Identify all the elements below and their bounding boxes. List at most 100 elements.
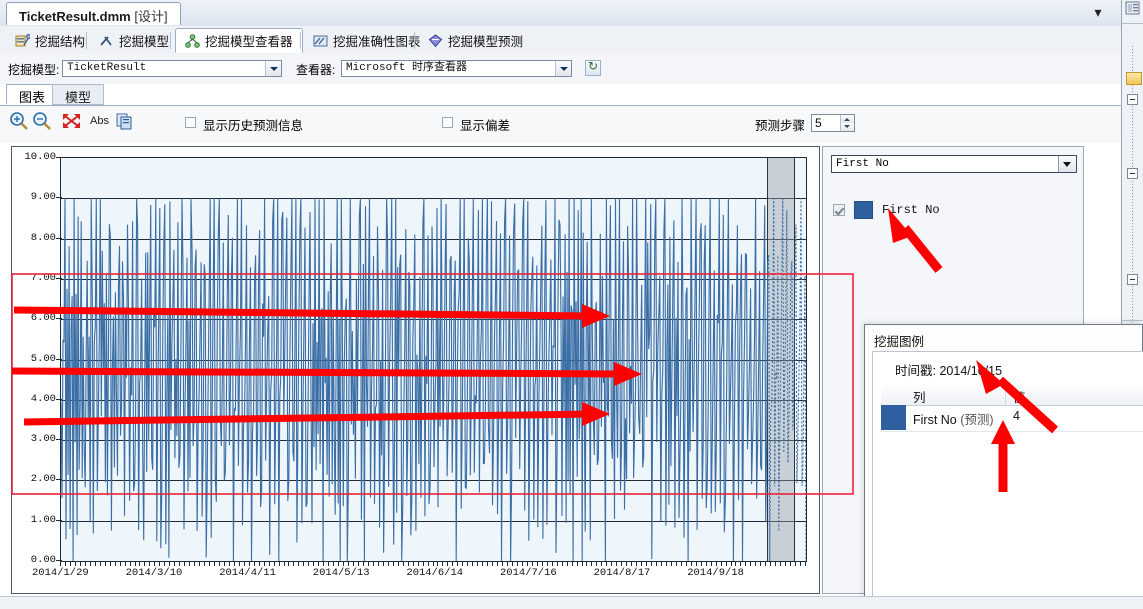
x-axis-tick [511, 562, 513, 566]
chevron-down-icon[interactable]: ▾ [1089, 3, 1107, 21]
chevron-down-icon[interactable] [1058, 156, 1076, 172]
popup-table-row[interactable]: First No (预测) 4 [881, 405, 1143, 432]
tree-collapse-icon-1[interactable] [1127, 94, 1138, 105]
stepper-down-icon[interactable] [840, 123, 854, 131]
x-axis-tick [800, 562, 802, 566]
x-axis-tick [323, 562, 325, 566]
x-axis-tick [174, 562, 176, 566]
tab-accuracy-chart[interactable]: 挖掘准确性图表 [304, 28, 430, 53]
chevron-down-icon[interactable] [265, 61, 281, 76]
chevron-down-icon[interactable] [555, 61, 571, 76]
x-axis-tick [656, 562, 657, 566]
x-axis-tick [780, 562, 782, 566]
x-axis-tick [268, 562, 270, 566]
chart-plot-area[interactable] [60, 157, 807, 562]
x-axis-tick [462, 562, 464, 566]
x-axis-tick [621, 562, 623, 566]
document-tab-ticketresult[interactable]: TicketResult.dmm [设计] [6, 2, 181, 25]
status-bar [0, 596, 1143, 609]
y-axis-tick [56, 237, 62, 239]
mining-legend-popup[interactable]: 挖掘图例 时间戳: 2014/10/15 列 值 First No (预测) 4 [864, 324, 1143, 608]
x-axis-tick [283, 562, 285, 566]
mining-model-combobox[interactable]: TicketResult [62, 60, 282, 77]
x-axis-tick [139, 562, 141, 566]
subtab-chart[interactable]: 图表 [6, 84, 59, 105]
y-axis-tick-label: 3.00 [30, 433, 56, 446]
x-axis-tick [109, 562, 111, 566]
x-axis-tick [288, 562, 290, 566]
series-selector-value: First No [836, 158, 889, 170]
prediction-steps-label: 预测步骤 [755, 119, 806, 133]
tab-mining-model-viewer[interactable]: 挖掘模型查看器 [175, 28, 303, 53]
x-axis-tick [397, 562, 399, 566]
series-legend-row[interactable]: First No [833, 201, 940, 219]
x-axis-tick [402, 562, 404, 566]
y-axis-tick-label: 0.00 [30, 554, 56, 566]
x-axis-tick [531, 562, 533, 566]
x-axis-tick [690, 562, 692, 566]
x-axis-tick [695, 562, 697, 566]
chart-toolbar [0, 106, 1143, 143]
x-axis-tick [99, 562, 101, 566]
x-axis-tick [675, 562, 677, 566]
series-polyline-first-no [61, 198, 806, 561]
mining-model-value: TicketResult [67, 62, 147, 74]
tab-mining-structure[interactable]: 挖掘结构 [6, 28, 94, 53]
series-legend-label: First No [882, 203, 940, 217]
show-history-checkbox[interactable] [185, 117, 196, 128]
viewer-combobox[interactable]: Microsoft 时序查看器 [341, 60, 572, 77]
x-axis-tick [725, 562, 727, 566]
x-axis-tick [805, 562, 806, 566]
x-axis-tick [477, 562, 479, 566]
tab-mining-prediction[interactable]: 挖掘模型预测 [419, 28, 532, 53]
tree-collapse-icon-2[interactable] [1127, 168, 1138, 179]
series-selector-combobox[interactable]: First No [831, 155, 1077, 173]
x-axis-tick [536, 562, 538, 566]
x-axis-tick [298, 562, 300, 566]
strip-divider [1122, 23, 1143, 24]
show-deviation-checkbox[interactable] [442, 117, 453, 128]
tree-collapse-icon-3[interactable] [1127, 274, 1138, 285]
x-axis-tick [333, 562, 335, 566]
y-axis-tick [56, 479, 62, 481]
x-axis-tick [164, 562, 166, 566]
x-axis-tick [785, 562, 787, 566]
prediction-steps-stepper[interactable]: 5 [811, 114, 855, 132]
x-axis-tick [74, 562, 76, 566]
x-axis-tick [60, 562, 61, 566]
abs-button[interactable]: Abs [90, 111, 112, 137]
x-axis-tick [114, 562, 116, 566]
x-axis-tick [467, 562, 469, 566]
accuracy-chart-icon [313, 34, 328, 48]
x-axis-tick [606, 562, 608, 566]
zoom-in-icon[interactable] [8, 111, 32, 133]
x-axis-tick [149, 562, 151, 566]
y-axis-tick-label: 2.00 [30, 473, 56, 486]
mining-structure-icon [15, 33, 31, 48]
x-axis-tick [358, 562, 359, 566]
subtab-model[interactable]: 模型 [52, 84, 105, 105]
x-axis-tick [795, 562, 797, 566]
x-axis-tick [377, 562, 379, 566]
x-axis-tick [646, 562, 648, 566]
x-axis-tick [502, 562, 504, 566]
show-history-label: 显示历史预测信息 [203, 119, 304, 133]
refresh-icon[interactable] [585, 59, 601, 76]
x-axis-tick [94, 562, 96, 566]
folder-icon[interactable] [1126, 72, 1142, 85]
x-axis-tick [338, 562, 340, 566]
series-visibility-checkbox[interactable] [833, 204, 845, 216]
x-axis-tick [407, 562, 409, 566]
x-axis-tick [437, 562, 439, 566]
x-axis-tick [601, 562, 603, 566]
x-axis-tick [124, 562, 126, 566]
x-axis-tick [343, 562, 345, 566]
x-axis-tick [367, 562, 369, 566]
x-axis-tick [442, 562, 444, 566]
copy-icon[interactable] [115, 111, 139, 133]
zoom-out-icon[interactable] [31, 111, 55, 133]
y-axis-tick [56, 560, 62, 561]
fit-to-screen-icon[interactable] [61, 111, 85, 133]
x-axis-tick [591, 562, 593, 566]
tab-mining-model[interactable]: 挖掘模型 [90, 28, 178, 53]
